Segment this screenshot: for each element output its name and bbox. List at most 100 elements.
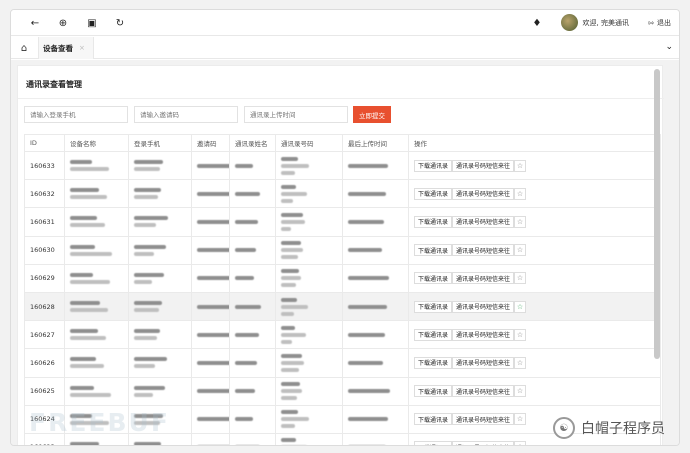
redacted-text	[70, 385, 94, 390]
table-row[interactable]: 160632 下载通讯录 通讯录号码短信来往 ☆	[24, 179, 661, 209]
download-contacts-button[interactable]: 下载通讯录	[414, 413, 453, 426]
crosshair-icon[interactable]: ⊕	[55, 15, 71, 31]
cell-invite-code	[191, 404, 230, 434]
home-icon[interactable]: ⌂	[17, 41, 31, 55]
cell-invite-code	[191, 207, 230, 237]
col-device-name[interactable]: 设备名称	[64, 134, 129, 152]
table-row[interactable]: 160629 下载通讯录 通讯录号码短信来往 ☆	[24, 263, 661, 293]
download-contacts-button[interactable]: 下载通讯录	[414, 272, 453, 285]
download-contacts-button[interactable]: 下载通讯录	[414, 187, 453, 200]
cell-last-upload	[342, 404, 409, 434]
table-row[interactable]: 160633 下载通讯录 通讯录号码短信来往 ☆	[24, 150, 661, 181]
col-id[interactable]: ID	[24, 134, 65, 152]
tab-device-view[interactable]: 设备查看 ×	[38, 37, 94, 59]
watermark-freebuf: FREEBUF	[29, 408, 170, 437]
redacted-text	[348, 389, 390, 394]
redacted-text	[134, 244, 166, 249]
refresh-icon[interactable]: ↻	[112, 15, 128, 31]
col-last-upload[interactable]: 最后上传时间	[342, 134, 409, 152]
download-contacts-button[interactable]: 下载通讯录	[414, 300, 453, 313]
user-menu[interactable]: 欢迎, 完美通讯	[560, 14, 629, 31]
download-contacts-button[interactable]: 下载通讯录	[414, 215, 453, 228]
tab-bar: ⌂ 设备查看 × ⌄	[11, 37, 679, 59]
sms-history-button[interactable]: 通讯录号码短信来往	[452, 328, 515, 341]
cell-device-name	[64, 348, 129, 378]
redacted-text	[281, 367, 299, 372]
sms-history-button[interactable]: 通讯录号码短信来往	[452, 215, 515, 228]
download-contacts-button[interactable]: 下载通讯录	[414, 328, 453, 341]
table-row[interactable]: 160625 下载通讯录 通讯录号码短信来往 ☆	[24, 376, 661, 406]
redacted-text	[281, 283, 296, 288]
col-login-phone[interactable]: 登录手机	[128, 134, 192, 152]
star-icon[interactable]: ☆	[514, 441, 527, 445]
sms-history-button[interactable]: 通讯录号码短信来往	[452, 300, 515, 313]
col-contact-number[interactable]: 通讯录号码	[275, 134, 343, 152]
col-contact-name[interactable]: 通讯录姓名	[229, 134, 276, 152]
redacted-text	[348, 332, 385, 337]
invite-code-input[interactable]	[134, 106, 238, 123]
scrollbar[interactable]	[654, 69, 660, 359]
app-window: ← ⊕ ▣ ↻ ♦ 欢迎, 完美通讯 ⇰ 退出 ⌂ 设备查看 × ⌄ 通讯录查看…	[10, 9, 680, 446]
tag-icon[interactable]: ♦	[529, 15, 545, 31]
phone-input[interactable]	[24, 106, 128, 123]
star-icon[interactable]: ☆	[514, 215, 527, 228]
star-icon[interactable]: ☆	[514, 159, 527, 172]
sms-history-button[interactable]: 通讯录号码短信来往	[452, 413, 515, 426]
cell-contact-name	[229, 348, 276, 378]
table-row[interactable]: 160631 下载通讯录 通讯录号码短信来往 ☆	[24, 207, 661, 237]
sms-history-button[interactable]: 通讯录号码短信来往	[452, 356, 515, 369]
table-row[interactable]: 160627 下载通讯录 通讯录号码短信来往 ☆	[24, 320, 661, 350]
col-invite-code[interactable]: 邀请码	[191, 134, 230, 152]
cell-actions: 下载通讯录通讯录号码短信来往☆	[408, 150, 661, 181]
redacted-text	[134, 216, 168, 221]
redacted-text	[134, 279, 152, 284]
redacted-text	[281, 269, 299, 274]
star-icon[interactable]: ☆	[514, 413, 527, 426]
sms-history-button[interactable]: 通讯录号码短信来往	[452, 272, 515, 285]
redacted-text	[197, 276, 229, 281]
arrow-left-icon[interactable]: ←	[27, 15, 43, 31]
download-contacts-button[interactable]: 下载通讯录	[414, 441, 453, 445]
star-icon[interactable]: ☆	[514, 272, 527, 285]
redacted-text	[281, 360, 304, 365]
logout-button[interactable]: ⇰ 退出	[648, 18, 671, 28]
sms-history-button[interactable]: 通讯录号码短信来往	[452, 187, 515, 200]
redacted-text	[197, 389, 229, 394]
star-icon[interactable]: ☆	[514, 385, 527, 398]
cell-contact-number	[275, 432, 343, 445]
star-icon[interactable]: ☆	[514, 187, 527, 200]
sms-history-button[interactable]: 通讯录号码短信来往	[452, 441, 515, 445]
sms-history-button[interactable]: 通讯录号码短信来往	[452, 385, 515, 398]
redacted-text	[70, 251, 112, 256]
redacted-text	[134, 301, 162, 306]
cell-device-name	[64, 179, 129, 209]
close-icon[interactable]: ×	[79, 44, 85, 52]
cell-login-phone	[128, 376, 192, 406]
cell-contact-number	[275, 179, 343, 209]
sms-history-button[interactable]: 通讯录号码短信来往	[452, 159, 515, 172]
chevron-down-icon[interactable]: ⌄	[665, 42, 673, 52]
cell-last-upload	[342, 207, 409, 237]
redacted-text	[281, 353, 302, 358]
star-icon[interactable]: ☆	[514, 244, 527, 257]
star-icon[interactable]: ☆	[514, 328, 527, 341]
download-contacts-button[interactable]: 下载通讯录	[414, 244, 453, 257]
download-contacts-button[interactable]: 下载通讯录	[414, 159, 453, 172]
download-contacts-button[interactable]: 下载通讯录	[414, 356, 453, 369]
table-row[interactable]: 160626 下载通讯录 通讯录号码短信来往 ☆	[24, 348, 661, 378]
redacted-text	[134, 336, 157, 341]
sms-history-button[interactable]: 通讯录号码短信来往	[452, 244, 515, 257]
star-icon[interactable]: ☆	[514, 300, 527, 313]
table-row[interactable]: 160630 下载通讯录 通讯录号码短信来往 ☆	[24, 235, 661, 265]
redacted-text	[281, 382, 300, 387]
upload-time-input[interactable]	[244, 106, 348, 123]
download-contacts-button[interactable]: 下载通讯录	[414, 385, 453, 398]
bank-icon[interactable]: ▣	[84, 15, 100, 31]
redacted-text	[348, 219, 384, 224]
star-icon[interactable]: ☆	[514, 356, 527, 369]
submit-button[interactable]: 立即提交	[353, 106, 391, 123]
cell-actions: 下载通讯录通讯录号码短信来往☆	[408, 348, 661, 378]
table-row[interactable]: 160628 下载通讯录 通讯录号码短信来往 ☆	[24, 291, 661, 322]
cell-invite-code	[191, 376, 230, 406]
redacted-text	[281, 438, 296, 443]
